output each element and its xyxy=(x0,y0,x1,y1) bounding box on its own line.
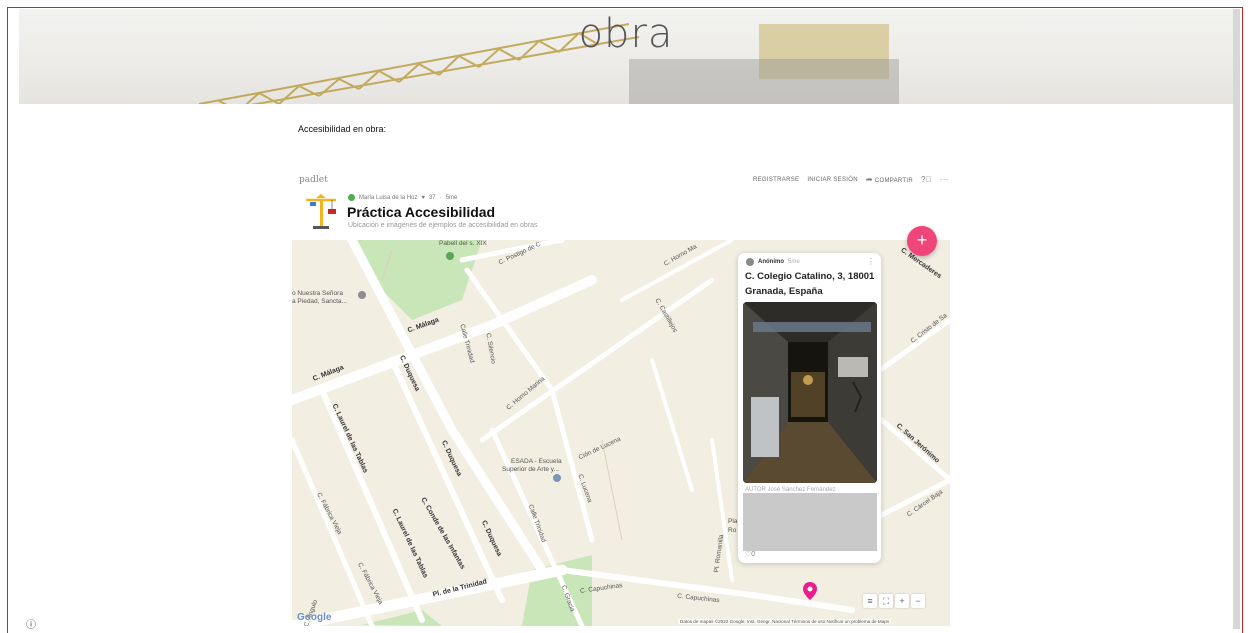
post-time: 5me xyxy=(788,259,800,265)
board-subtitle: Ubicación e imágenes de ejemplos de acce… xyxy=(348,222,538,229)
church-label-2: a Piedad, Sancta... xyxy=(292,298,347,305)
board-meta: María Luisa de la Hoz ♥ 37 · 5me xyxy=(348,194,457,201)
separator: · xyxy=(439,194,442,201)
esada-label-2: Superior de Arte y... xyxy=(502,466,559,473)
add-post-button[interactable]: + xyxy=(907,226,937,256)
header-banner: obra xyxy=(19,9,1233,104)
ro-label: Ro xyxy=(728,527,737,534)
intro-text: Accesibilidad en obra: xyxy=(298,124,387,134)
author-name[interactable]: María Luisa de la Hoz xyxy=(359,195,417,201)
share-icon: ➦ xyxy=(865,175,873,184)
post-title: C. Colegio Catalino, 3, 18001 Granada, E… xyxy=(745,271,875,297)
banner-title: obra xyxy=(578,11,674,57)
redacted-block xyxy=(743,493,877,551)
post-card[interactable]: Anónimo 5me ⋮ C. Colegio Catalino, 3, 18… xyxy=(738,253,881,563)
fullscreen-icon[interactable]: ⛶ xyxy=(879,594,893,608)
more-options-icon[interactable]: ··· xyxy=(940,175,949,184)
post-more-icon[interactable]: ⋮ xyxy=(867,257,875,266)
pla-label: Pla xyxy=(728,518,738,525)
likes-count: 37 xyxy=(428,194,436,201)
esada-label: ESADA - Escuela xyxy=(511,458,562,465)
map-layers-icon[interactable]: ≡ xyxy=(863,594,877,608)
google-logo: Google xyxy=(297,612,332,623)
avatar[interactable] xyxy=(348,194,355,201)
post-likes[interactable]: ♡0 xyxy=(745,550,755,558)
post-photo[interactable] xyxy=(743,302,877,483)
heart-icon: ♥ xyxy=(421,194,425,201)
church-label: o Nuestra Señora xyxy=(292,290,343,297)
park-label: Pabell del s. XIX xyxy=(439,240,487,247)
alley-photo xyxy=(743,302,877,483)
avatar xyxy=(746,258,754,266)
help-circle-icon[interactable]: ?⃝ xyxy=(921,175,932,184)
map-controls: ≡ ⛶ + − xyxy=(863,594,925,608)
share-button[interactable]: ➦ COMPARTIR xyxy=(866,175,913,184)
zoom-in-button[interactable]: + xyxy=(895,594,909,608)
map-pin-icon[interactable] xyxy=(803,582,817,600)
scrollbar[interactable] xyxy=(1233,9,1240,629)
padlet-topnav: REGISTRARSE INICIAR SESIÓN ➦ COMPARTIR ?… xyxy=(753,175,949,184)
info-icon[interactable]: ⓘ xyxy=(26,616,36,631)
board-title: Práctica Accesibilidad xyxy=(347,204,496,220)
post-author: Anónimo 5me xyxy=(746,258,800,266)
share-label: COMPARTIR xyxy=(874,178,913,184)
board-age: 5me xyxy=(445,194,458,201)
register-link[interactable]: REGISTRARSE xyxy=(753,177,799,183)
crane-icon xyxy=(306,194,336,229)
padlet-logo[interactable]: padlet xyxy=(299,175,328,185)
post-like-count: 0 xyxy=(751,551,756,558)
map-attribution[interactable]: Datos de mapas ©2022 Google, Inst. Geogr… xyxy=(678,619,892,624)
zoom-out-button[interactable]: − xyxy=(911,594,925,608)
login-link[interactable]: INICIAR SESIÓN xyxy=(807,177,858,183)
post-author-name: Anónimo xyxy=(758,259,784,265)
